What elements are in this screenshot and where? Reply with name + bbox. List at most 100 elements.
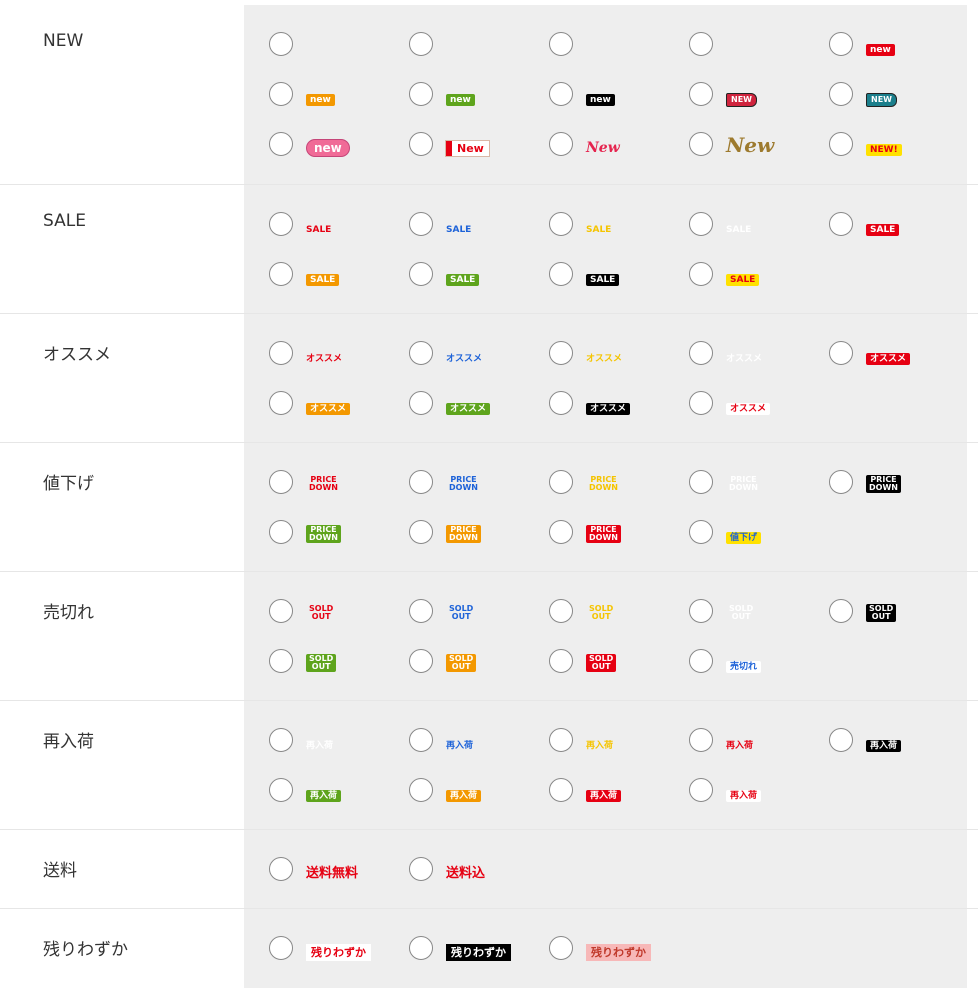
radio-button[interactable] [689,520,713,544]
radio-button[interactable] [829,212,853,236]
badge-option-new-green[interactable]: new [384,82,524,112]
radio-button[interactable] [829,470,853,494]
badge-option-pricedown-red-text[interactable]: PRICE DOWN [244,470,384,500]
badge-option-sainyuka-orange[interactable]: 再入荷 [384,778,524,808]
badge-option-pricedown-white-text[interactable]: PRICE DOWN [664,470,804,500]
badge-option-soldout-black[interactable]: SOLD OUT [804,599,944,629]
radio-button[interactable] [409,391,433,415]
badge-option-new-black[interactable]: new [524,82,664,112]
radio-button[interactable] [269,262,293,286]
badge-option-sale-yellow-text[interactable]: SALE [524,212,664,242]
radio-button[interactable] [829,82,853,106]
badge-option-sainyuka-black[interactable]: 再入荷 [804,728,944,758]
radio-button[interactable] [689,599,713,623]
badge-option-sainyuka-red-text[interactable]: 再入荷 [664,728,804,758]
badge-option-osusume-yellow-text[interactable]: オススメ [524,341,664,371]
badge-option-soldout-yellow-text[interactable]: SOLD OUT [524,599,664,629]
radio-button[interactable] [549,132,573,156]
radio-button[interactable] [689,212,713,236]
badge-option-nokori-pink[interactable]: 残りわずか [524,936,664,966]
badge-option-sainyuka-yellow-text[interactable]: 再入荷 [524,728,664,758]
radio-button[interactable] [409,520,433,544]
radio-button[interactable] [829,32,853,56]
badge-option-osusume-white[interactable]: オススメ [664,391,804,421]
badge-option-new-pink-pill[interactable]: new [244,132,384,162]
badge-option-soldout-orange[interactable]: SOLD OUT [384,649,524,679]
badge-option-soldout-green[interactable]: SOLD OUT [244,649,384,679]
radio-button[interactable] [829,132,853,156]
badge-option-sainyuka-blue-text[interactable]: 再入荷 [384,728,524,758]
radio-button[interactable] [269,82,293,106]
radio-button[interactable] [549,212,573,236]
radio-button[interactable] [409,728,433,752]
badge-option-urikire-white[interactable]: 売切れ [664,649,804,679]
badge-option-osusume-orange[interactable]: オススメ [244,391,384,421]
badge-option-new-blank-3[interactable] [524,32,664,62]
badge-option-sale-red-text[interactable]: SALE [244,212,384,242]
badge-option-sale-yellow[interactable]: SALE [664,262,804,292]
radio-button[interactable] [549,599,573,623]
radio-button[interactable] [409,82,433,106]
badge-option-new-red[interactable]: new [804,32,944,62]
badge-option-new-tag-teal[interactable]: NEW [804,82,944,112]
badge-option-soryo-komi[interactable]: 送料込 [384,857,524,887]
radio-button[interactable] [269,599,293,623]
radio-button[interactable] [269,470,293,494]
radio-button[interactable] [269,936,293,960]
radio-button[interactable] [829,599,853,623]
radio-button[interactable] [409,262,433,286]
radio-button[interactable] [409,132,433,156]
badge-option-new-red-script[interactable]: New [524,132,664,162]
radio-button[interactable] [689,649,713,673]
badge-option-osusume-white-text[interactable]: オススメ [664,341,804,371]
badge-option-sainyuka-red[interactable]: 再入荷 [524,778,664,808]
badge-option-sainyuka-white-text[interactable]: 再入荷 [244,728,384,758]
badge-option-sale-red[interactable]: SALE [804,212,944,242]
badge-option-pricedown-black[interactable]: PRICE DOWN [804,470,944,500]
radio-button[interactable] [269,857,293,881]
badge-option-new-blank-4[interactable] [664,32,804,62]
radio-button[interactable] [829,341,853,365]
radio-button[interactable] [549,649,573,673]
badge-option-pricedown-red[interactable]: PRICE DOWN [524,520,664,550]
radio-button[interactable] [549,262,573,286]
badge-option-soryo-muryo[interactable]: 送料無料 [244,857,384,887]
badge-option-soldout-red-text[interactable]: SOLD OUT [244,599,384,629]
radio-button[interactable] [549,82,573,106]
radio-button[interactable] [269,520,293,544]
badge-option-osusume-blue-text[interactable]: オススメ [384,341,524,371]
badge-option-sale-orange[interactable]: SALE [244,262,384,292]
badge-option-new-flag[interactable]: New [384,132,524,162]
radio-button[interactable] [409,857,433,881]
badge-option-pricedown-yellow-text[interactable]: PRICE DOWN [524,470,664,500]
radio-button[interactable] [689,470,713,494]
radio-button[interactable] [269,132,293,156]
radio-button[interactable] [549,470,573,494]
radio-button[interactable] [689,132,713,156]
badge-option-sainyuka-green[interactable]: 再入荷 [244,778,384,808]
badge-option-neasage-yellow[interactable]: 値下げ [664,520,804,550]
badge-option-pricedown-blue-text[interactable]: PRICE DOWN [384,470,524,500]
radio-button[interactable] [269,778,293,802]
radio-button[interactable] [549,936,573,960]
badge-option-new-orange[interactable]: new [244,82,384,112]
badge-option-new-yellow-bang[interactable]: NEW! [804,132,944,162]
badge-option-osusume-red-text[interactable]: オススメ [244,341,384,371]
badge-option-sale-blue-text[interactable]: SALE [384,212,524,242]
radio-button[interactable] [409,32,433,56]
radio-button[interactable] [549,341,573,365]
radio-button[interactable] [409,936,433,960]
radio-button[interactable] [689,262,713,286]
badge-option-soldout-blue-text[interactable]: SOLD OUT [384,599,524,629]
radio-button[interactable] [269,728,293,752]
radio-button[interactable] [269,212,293,236]
badge-option-new-tag-pink[interactable]: NEW [664,82,804,112]
radio-button[interactable] [689,778,713,802]
radio-button[interactable] [269,341,293,365]
radio-button[interactable] [269,391,293,415]
radio-button[interactable] [409,470,433,494]
radio-button[interactable] [409,341,433,365]
radio-button[interactable] [689,391,713,415]
badge-option-osusume-black[interactable]: オススメ [524,391,664,421]
badge-option-nokori-black[interactable]: 残りわずか [384,936,524,966]
